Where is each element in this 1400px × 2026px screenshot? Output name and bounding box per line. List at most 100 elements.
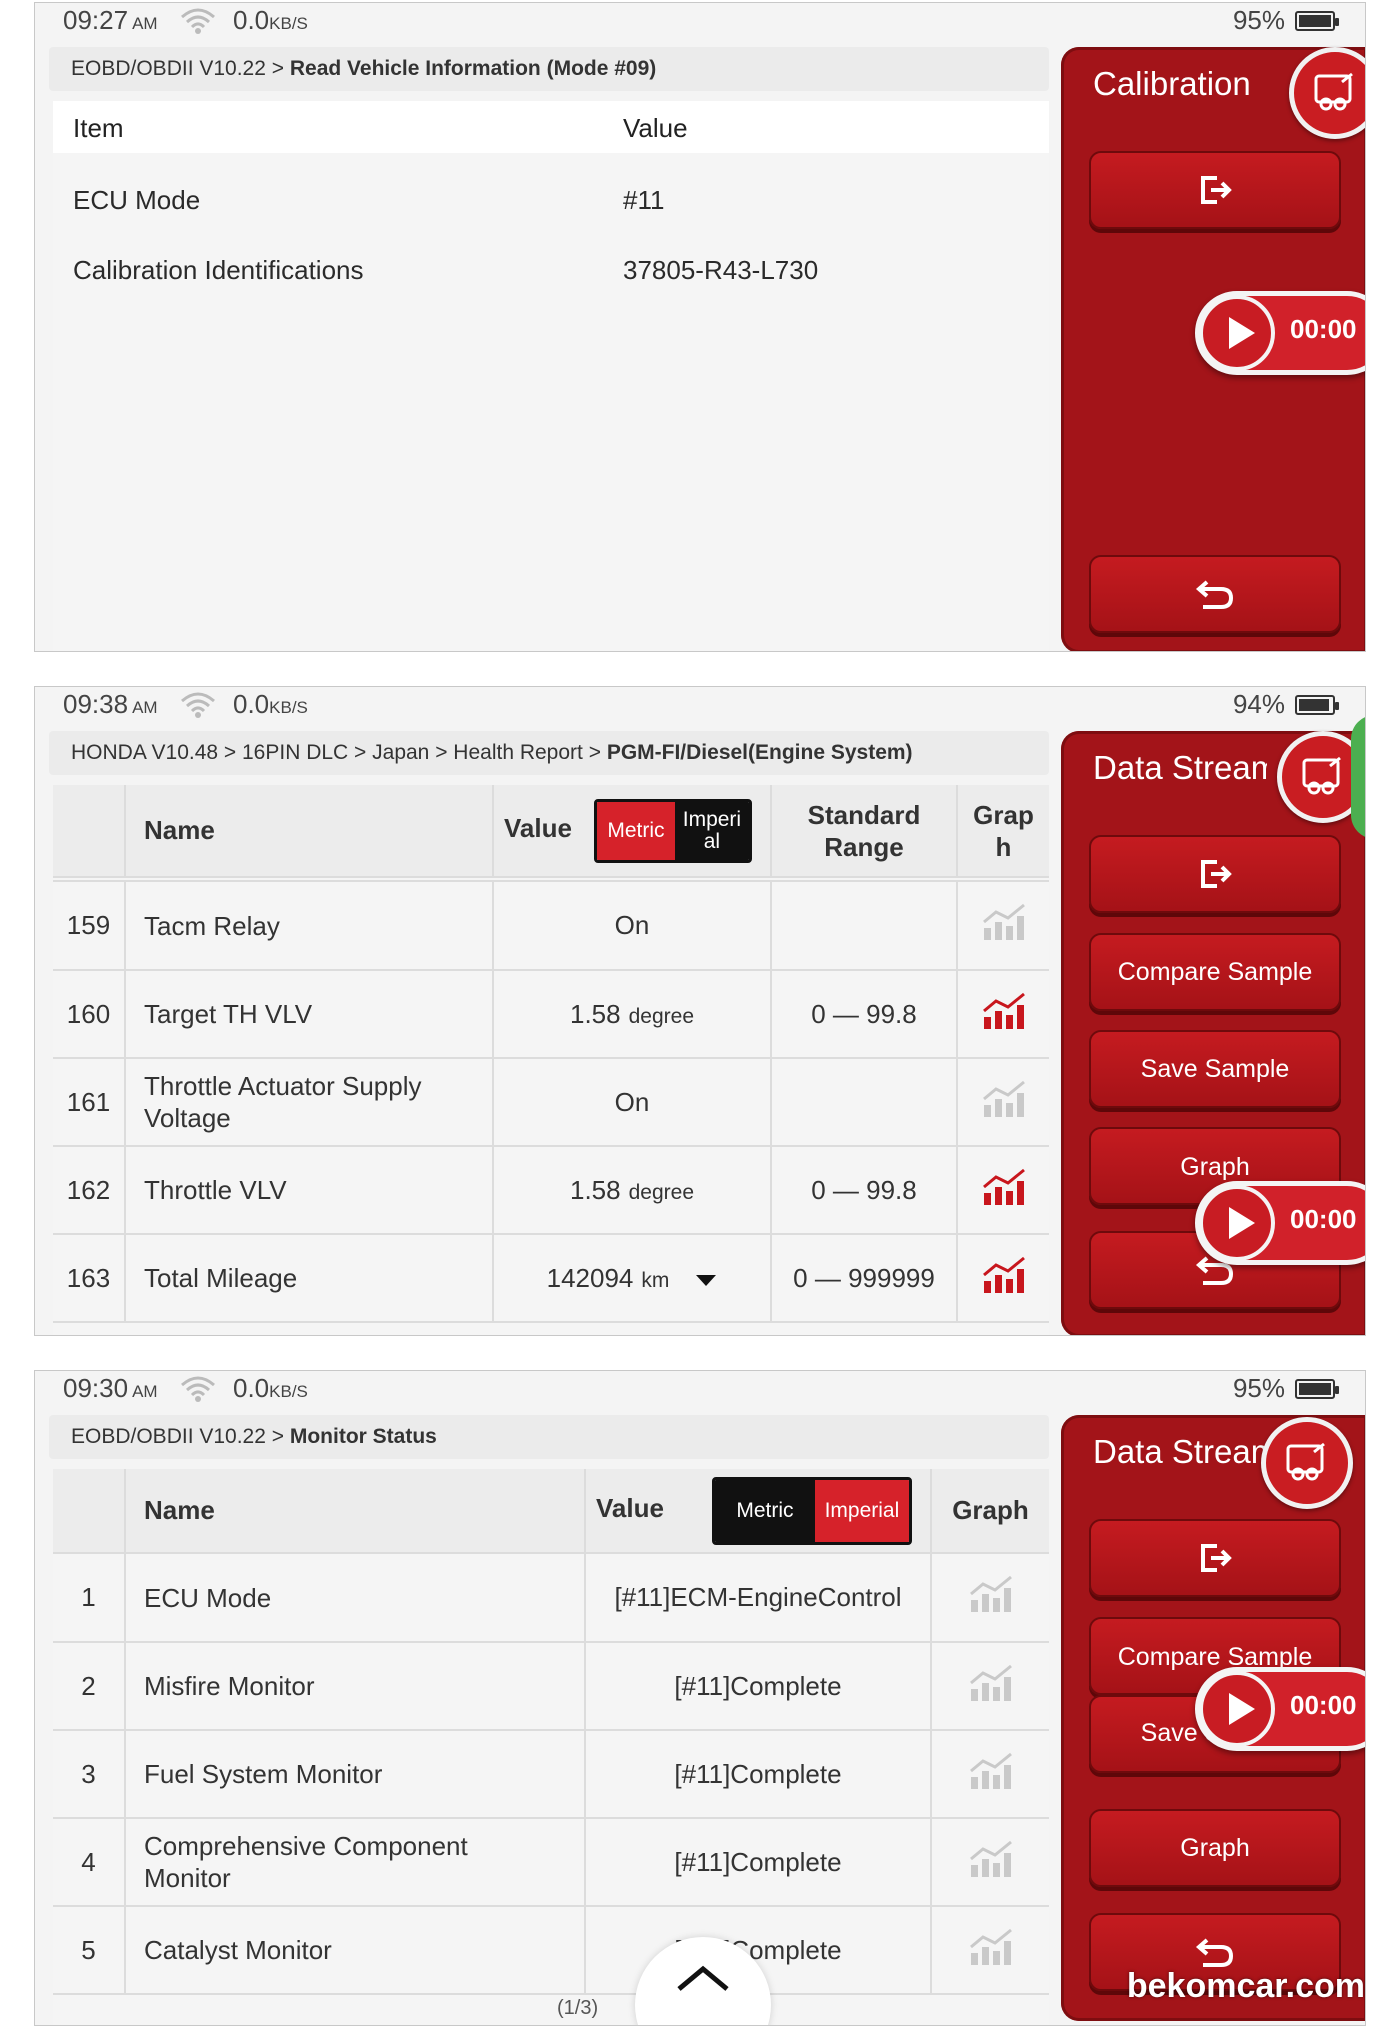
side-panel: Data Stream Compare Sample Save Sample G… (1061, 715, 1365, 1335)
snapshot-button[interactable] (1261, 1417, 1353, 1509)
car-snapshot-icon (1314, 72, 1353, 111)
toggle-imperial[interactable]: Imperial (674, 801, 749, 860)
scroll-top-icon (677, 1965, 729, 1991)
toggle-metric[interactable]: Metric (714, 1479, 815, 1542)
record-timer[interactable]: 00:00 (1195, 291, 1365, 375)
table-row[interactable]: 162 Throttle VLV 1.58 degree 0 — 99.8 (53, 1146, 1049, 1235)
graph-button[interactable]: Graph (1089, 1809, 1341, 1887)
chevron-up-icon (1365, 745, 1366, 759)
side-panel: Data Stream Compare Sample Save Sample G… (1061, 1415, 1365, 2021)
header-graph: Graph (931, 1469, 1049, 1554)
exit-button[interactable] (1089, 151, 1341, 229)
exit-icon (1201, 860, 1232, 888)
table-row: Calibration Identifications 37805-R43-L7… (53, 243, 1049, 333)
graph-icon (969, 1664, 1012, 1701)
toggle-imperial[interactable]: Imperial (814, 1479, 909, 1542)
scroll-toggle[interactable] (1351, 715, 1366, 839)
row-graph[interactable] (931, 1906, 1049, 1995)
toggle-metric[interactable]: Metric (596, 801, 675, 860)
table-row[interactable]: 163 Total Mileage 142094 km 0 — 999999 (53, 1234, 1049, 1323)
network-speed: 0.0KB/S (233, 5, 308, 35)
exit-icon (1201, 176, 1232, 204)
row-number: 160 (53, 970, 126, 1059)
table-row[interactable]: 2 Misfire Monitor [#11]Complete (53, 1642, 1049, 1731)
check-icon (1365, 787, 1366, 801)
table-row[interactable]: 159 Tacm Relay On (53, 882, 1049, 971)
row-graph[interactable] (957, 1058, 1049, 1147)
back-icon (1195, 580, 1234, 609)
row-graph[interactable] (931, 1730, 1049, 1819)
breadcrumb: EOBD/OBDII V10.22 > Read Vehicle Informa… (49, 47, 1049, 91)
table-row[interactable]: 160 Target TH VLV 1.58 degree 0 — 99.8 (53, 970, 1049, 1059)
record-timer[interactable]: 00:00 (1195, 1667, 1365, 1751)
screen-data-stream-honda: 09:38 AM 0.0KB/S 94% HONDA V10.48 > 16PIN… (34, 686, 1366, 1336)
panel-title: Data Stream (1093, 1433, 1267, 1470)
table-row[interactable]: 4 Comprehensive Component Monitor [#11]Comp… (53, 1818, 1049, 1907)
row-value: [#11]Complete (585, 1642, 932, 1731)
row-graph[interactable] (957, 882, 1049, 971)
header-name: Name (125, 1469, 586, 1554)
battery-status: 95% (1233, 5, 1339, 36)
wifi-icon (181, 692, 215, 718)
network-speed: 0.0KB/S (233, 1373, 308, 1403)
save-sample-button[interactable]: Save Sample (1089, 1030, 1341, 1108)
snapshot-button[interactable] (1289, 47, 1365, 139)
panel-title: Calibration (1093, 65, 1251, 102)
row-name: ECU Mode (125, 1554, 586, 1643)
row-graph[interactable] (931, 1818, 1049, 1907)
table-row[interactable]: 161 Throttle Actuator Supply Voltage On (53, 1058, 1049, 1147)
battery-icon (1295, 10, 1339, 31)
exit-button[interactable] (1089, 1519, 1341, 1597)
side-panel: Calibration 00:00 (1061, 47, 1365, 651)
network-speed: 0.0KB/S (233, 689, 308, 719)
header-value: ValueMetricImperial (493, 785, 772, 878)
item-label: Calibration Identifications (73, 255, 364, 285)
row-number: 161 (53, 1058, 126, 1147)
timer-label: 00:00 (1290, 314, 1357, 344)
car-snapshot-icon (1286, 1442, 1325, 1481)
timer-label: 00:00 (1290, 1204, 1357, 1234)
unit-toggle[interactable]: MetricImperial (711, 1476, 912, 1545)
graph-icon (982, 1168, 1025, 1205)
table-header: Name Value Metric Imperi al Standard Range G… (53, 785, 1049, 878)
row-name: Comprehensive Component Monitor (125, 1818, 586, 1907)
dropdown-icon[interactable] (695, 1273, 717, 1287)
row-graph[interactable] (931, 1642, 1049, 1731)
row-graph[interactable] (957, 1234, 1049, 1323)
row-name: Throttle VLV (125, 1146, 494, 1235)
monitor-status-table: Name Value Metric Imperial Graph 1 ECU Mode… (53, 1469, 1049, 2025)
screen-vehicle-info: 09:27 AM 0.0KB/S 95% EOBD/OBDII V10.22 > … (34, 2, 1366, 652)
row-value: On (493, 882, 772, 971)
graph-icon (982, 1256, 1025, 1293)
table-row[interactable]: 3 Fuel System Monitor [#11]Complete (53, 1730, 1049, 1819)
compare-sample-button[interactable]: Compare Sample (1089, 933, 1341, 1011)
back-button[interactable] (1089, 555, 1341, 633)
item-value: 37805-R43-L730 (623, 255, 819, 285)
row-value: On (493, 1058, 772, 1147)
vehicle-info-table: Item Value ECU Mode #11 Calibration Iden… (53, 101, 1049, 651)
row-graph[interactable] (931, 1554, 1049, 1643)
row-name: Catalyst Monitor (125, 1906, 586, 1995)
status-time: 09:38 AM (63, 689, 158, 719)
row-number: 1 (53, 1554, 126, 1643)
header-range: Standard Range (771, 785, 958, 878)
row-graph[interactable] (957, 970, 1049, 1059)
table-header: Name Value Metric Imperial Graph (53, 1469, 1049, 1554)
car-snapshot-icon (1302, 756, 1341, 795)
exit-button[interactable] (1089, 835, 1341, 913)
table-row[interactable]: 1 ECU Mode [#11]ECM-EngineControl (53, 1554, 1049, 1643)
status-bar: 09:27 AM 0.0KB/S 95% (35, 3, 1365, 39)
play-icon (1199, 1185, 1275, 1261)
table-row[interactable]: 5 Catalyst Monitor [#11]Complete (53, 1906, 1049, 1995)
unit-toggle[interactable]: MetricImperial (593, 798, 752, 863)
row-range: 0 — 99.8 (771, 970, 958, 1059)
graph-icon (982, 992, 1025, 1029)
header-value: ValueMetricImperial (585, 1469, 932, 1554)
row-value: 1.58 degree (493, 970, 772, 1059)
back-icon (1195, 1938, 1234, 1967)
battery-icon (1295, 1378, 1339, 1399)
graph-icon (969, 1928, 1012, 1965)
row-graph[interactable] (957, 1146, 1049, 1235)
row-name: Tacm Relay (125, 882, 494, 971)
record-timer[interactable]: 00:00 (1195, 1181, 1365, 1265)
